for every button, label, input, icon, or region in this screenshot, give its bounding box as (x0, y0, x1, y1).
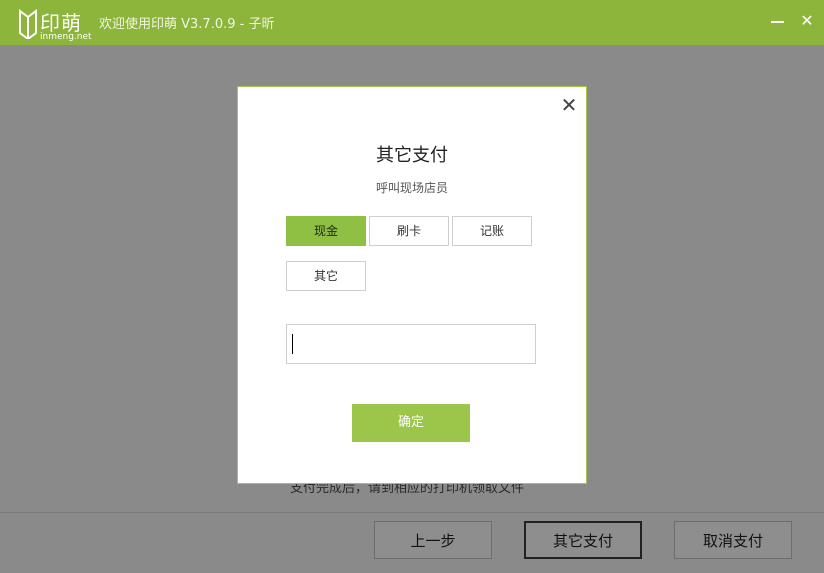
close-icon: ✕ (800, 11, 814, 30)
close-icon: ✕ (560, 93, 578, 117)
dialog-close-button[interactable]: ✕ (560, 95, 578, 115)
payment-note-input[interactable] (286, 324, 536, 364)
confirm-button[interactable]: 确定 (352, 404, 470, 442)
dialog-subtitle: 呼叫现场店员 (375, 181, 448, 195)
option-account[interactable]: 记账 (452, 216, 532, 246)
title-bar: 印萌 inmeng.net 欢迎使用印萌 V3.7.0.9 - 子昕 ✕ (0, 0, 824, 45)
app-logo: 印萌 inmeng.net (18, 5, 96, 43)
window-title: 欢迎使用印萌 V3.7.0.9 - 子昕 (99, 17, 275, 32)
logo-mark-icon (19, 9, 37, 39)
minimize-icon (770, 21, 784, 23)
cancel-payment-button[interactable]: 取消支付 (674, 521, 792, 559)
option-other[interactable]: 其它 (286, 261, 366, 291)
option-cash[interactable]: 现金 (286, 216, 366, 246)
other-payment-button[interactable]: 其它支付 (524, 521, 642, 559)
text-caret (292, 334, 293, 354)
dialog-title: 其它支付 (376, 145, 448, 166)
back-button[interactable]: 上一步 (374, 521, 492, 559)
logo-subtext: inmeng.net (40, 32, 92, 42)
other-payment-dialog: ✕ 其它支付 呼叫现场店员 现金 刷卡 记账 其它 确定 (237, 86, 587, 484)
footer-divider (0, 512, 824, 513)
minimize-button[interactable] (768, 12, 786, 30)
option-card[interactable]: 刷卡 (369, 216, 449, 246)
window-close-button[interactable]: ✕ (798, 12, 816, 30)
